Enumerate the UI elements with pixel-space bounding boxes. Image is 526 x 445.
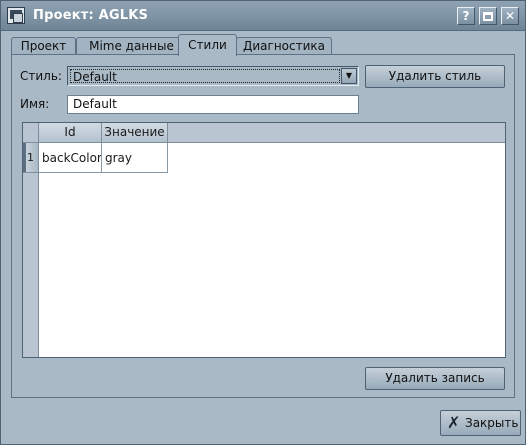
style-table[interactable]: Id Значение 1 backColor gray <box>22 122 506 358</box>
styles-panel: Стиль: Default ▼ Удалить стиль Имя: Defa… <box>11 54 515 398</box>
tab-styles[interactable]: Стили <box>178 34 237 56</box>
column-header-value[interactable]: Значение <box>102 123 168 143</box>
row-header[interactable]: 1 <box>23 143 39 173</box>
delete-style-button[interactable]: Удалить стиль <box>365 65 505 88</box>
help-button[interactable]: ? <box>457 7 475 25</box>
style-select[interactable]: Default ▼ <box>67 66 359 86</box>
tab-diagnostics[interactable]: Диагностика <box>236 37 332 55</box>
close-window-button[interactable]: ✕ <box>501 7 519 25</box>
window-title: Проект: AGLKS <box>33 8 149 23</box>
tab-mime-data[interactable]: Mime данные <box>76 37 187 55</box>
question-icon: ? <box>462 9 470 23</box>
title-bar[interactable]: Проект: AGLKS ? ✕ <box>1 1 525 31</box>
column-header-id[interactable]: Id <box>39 123 102 143</box>
maximize-icon <box>483 12 493 21</box>
style-label: Стиль: <box>20 69 62 83</box>
name-label: Имя: <box>20 97 50 111</box>
maximize-button[interactable] <box>479 7 497 25</box>
app-window-icon[interactable] <box>7 7 25 24</box>
table-corner-button[interactable] <box>23 123 39 143</box>
project-window: Проект: AGLKS ? ✕ Проект Mime данные Диа… <box>0 0 526 445</box>
delete-record-button[interactable]: Удалить запись <box>365 367 505 390</box>
style-select-value: Default <box>70 69 340 84</box>
name-field[interactable]: Default <box>67 95 359 114</box>
table-cell-id[interactable]: backColor <box>39 143 102 173</box>
close-icon: ✕ <box>504 9 516 23</box>
table-row-header-strip <box>23 143 39 357</box>
tab-project[interactable]: Проект <box>11 37 76 55</box>
chevron-down-icon[interactable]: ▼ <box>341 68 357 84</box>
close-button[interactable]: ✗ Закрыть <box>440 410 521 436</box>
close-x-icon: ✗ <box>447 413 461 432</box>
close-button-label: Закрыть <box>465 416 519 430</box>
table-cell-value[interactable]: gray <box>102 143 168 173</box>
